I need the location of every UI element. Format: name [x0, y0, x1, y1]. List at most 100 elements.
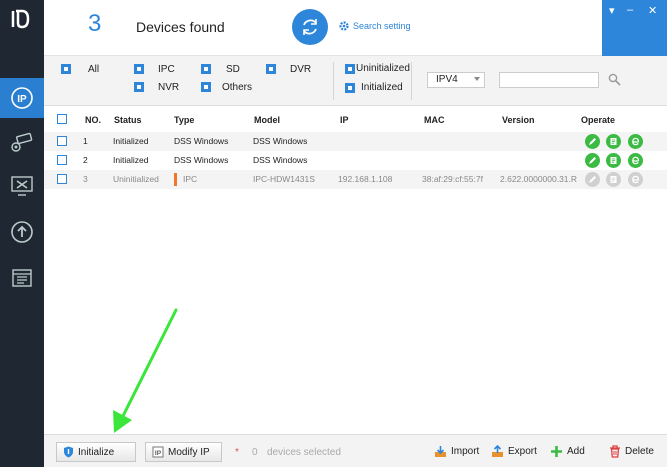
details-button[interactable] [606, 153, 621, 168]
filter-initialized-checkbox[interactable] [345, 83, 355, 93]
initialize-button[interactable]: Initialize [56, 442, 136, 462]
filter-others-label: Others [222, 82, 253, 93]
document-icon [610, 157, 617, 164]
web-button[interactable] [628, 134, 643, 149]
modify-ip-label: Modify IP [168, 446, 210, 458]
import-button[interactable]: Import [434, 445, 479, 458]
column-header-version: Version [502, 115, 535, 125]
filter-ipc-label: IPC [158, 64, 175, 75]
export-label: Export [508, 446, 537, 457]
edit-button[interactable] [585, 153, 600, 168]
details-button[interactable] [606, 134, 621, 149]
logo-icon [11, 9, 30, 29]
row-model: DSS Windows [253, 155, 308, 165]
row-checkbox[interactable] [57, 174, 67, 184]
device-count: 3 [88, 10, 102, 37]
column-header-operate: Operate [581, 115, 616, 125]
search-icon[interactable] [608, 73, 621, 86]
row-version: 2.622.0000000.31.R [500, 174, 578, 184]
sidebar-item-system-settings[interactable] [0, 166, 44, 206]
pencil-icon [589, 176, 596, 183]
pencil-icon [589, 157, 596, 164]
required-asterisk-icon: * [235, 447, 239, 458]
filter-divider [333, 62, 334, 100]
search-input[interactable] [499, 72, 599, 88]
filter-others-checkbox[interactable] [201, 82, 211, 92]
row-type: DSS Windows [174, 155, 229, 165]
row-checkbox[interactable] [57, 155, 67, 165]
bottom-bar: Initialize IP Modify IP * 0 devices sele… [44, 434, 667, 467]
column-header-status: Status [114, 115, 142, 125]
sidebar-item-device-config[interactable] [0, 122, 44, 162]
minimize-button[interactable]: – [627, 4, 633, 16]
document-icon [610, 138, 617, 145]
filter-divider [411, 62, 412, 100]
filter-sd-label: SD [226, 64, 240, 75]
details-button[interactable] [606, 172, 621, 187]
delete-button[interactable]: Delete [609, 445, 654, 458]
tools-icon [11, 176, 33, 196]
sidebar-item-upgrade[interactable] [0, 212, 44, 252]
add-button[interactable]: Add [550, 445, 585, 458]
ip-version-value: IPV4 [436, 74, 458, 85]
header: 3 Devices found Search setting ▾ – ✕ [44, 0, 667, 56]
refresh-icon [303, 19, 317, 35]
ip-edit-icon: IP [152, 446, 164, 458]
pencil-icon [589, 138, 596, 145]
column-header-mac: MAC [424, 115, 445, 125]
web-button[interactable] [628, 172, 643, 187]
row-checkbox[interactable] [57, 136, 67, 146]
table-header: NO. Status Type Model IP MAC Version Ope… [44, 108, 667, 132]
camera-icon [11, 132, 33, 152]
search-setting-link[interactable]: Search setting [338, 20, 411, 32]
export-button[interactable]: Export [491, 445, 537, 458]
document-icon [610, 176, 617, 183]
row-ip: 192.168.1.108 [338, 174, 393, 184]
row-no: 2 [83, 155, 88, 165]
delete-label: Delete [625, 446, 654, 457]
table-row[interactable]: 1 Initialized DSS Windows DSS Windows [44, 132, 667, 151]
select-all-checkbox[interactable] [57, 114, 67, 124]
modify-ip-button[interactable]: IP Modify IP [145, 442, 222, 462]
filter-nvr-checkbox[interactable] [134, 82, 144, 92]
ip-icon: IP [11, 87, 33, 109]
filter-all-label: All [88, 64, 100, 75]
sidebar-item-ip-tool[interactable]: IP [0, 78, 44, 118]
filter-uninitialized-label: Uninitialized [356, 63, 410, 74]
import-label: Import [451, 446, 480, 457]
upgrade-icon [11, 221, 33, 243]
selected-count: 0 [252, 447, 258, 458]
gear-icon [339, 21, 349, 31]
sidebar-item-documents[interactable] [0, 258, 44, 298]
column-header-ip: IP [340, 115, 349, 125]
export-icon [492, 445, 503, 457]
filter-uninitialized-checkbox[interactable] [345, 64, 355, 74]
close-button[interactable]: ✕ [648, 4, 657, 17]
import-icon [435, 446, 446, 457]
ip-version-select[interactable]: IPV4 [427, 72, 485, 88]
refresh-button[interactable] [292, 9, 328, 45]
edit-button[interactable] [585, 134, 600, 149]
table-row[interactable]: 2 Initialized DSS Windows DSS Windows [44, 151, 667, 170]
document-icon [12, 269, 32, 287]
chevron-down-icon [474, 77, 480, 81]
web-button[interactable] [628, 153, 643, 168]
row-status: Initialized [113, 136, 149, 146]
table-row[interactable]: 3 Uninitialized IPC IPC-HDW1431S 192.168… [44, 170, 667, 189]
filter-dvr-checkbox[interactable] [266, 64, 276, 74]
shield-icon [64, 446, 73, 458]
row-mac: 38:af:29:cf:55:7f [422, 174, 483, 184]
dropdown-window-button[interactable]: ▾ [609, 4, 615, 17]
filter-all-checkbox[interactable] [61, 64, 71, 74]
filter-sd-checkbox[interactable] [201, 64, 211, 74]
column-header-type: Type [174, 115, 195, 125]
filter-ipc-checkbox[interactable] [134, 64, 144, 74]
edit-button[interactable] [585, 172, 600, 187]
uninitialized-marker [174, 173, 177, 186]
annotation-arrow [113, 308, 178, 433]
initialize-label: Initialize [78, 446, 115, 458]
row-model: IPC-HDW1431S [253, 174, 315, 184]
row-status: Uninitialized [113, 174, 159, 184]
row-model: DSS Windows [253, 136, 308, 146]
app-logo [10, 8, 34, 32]
